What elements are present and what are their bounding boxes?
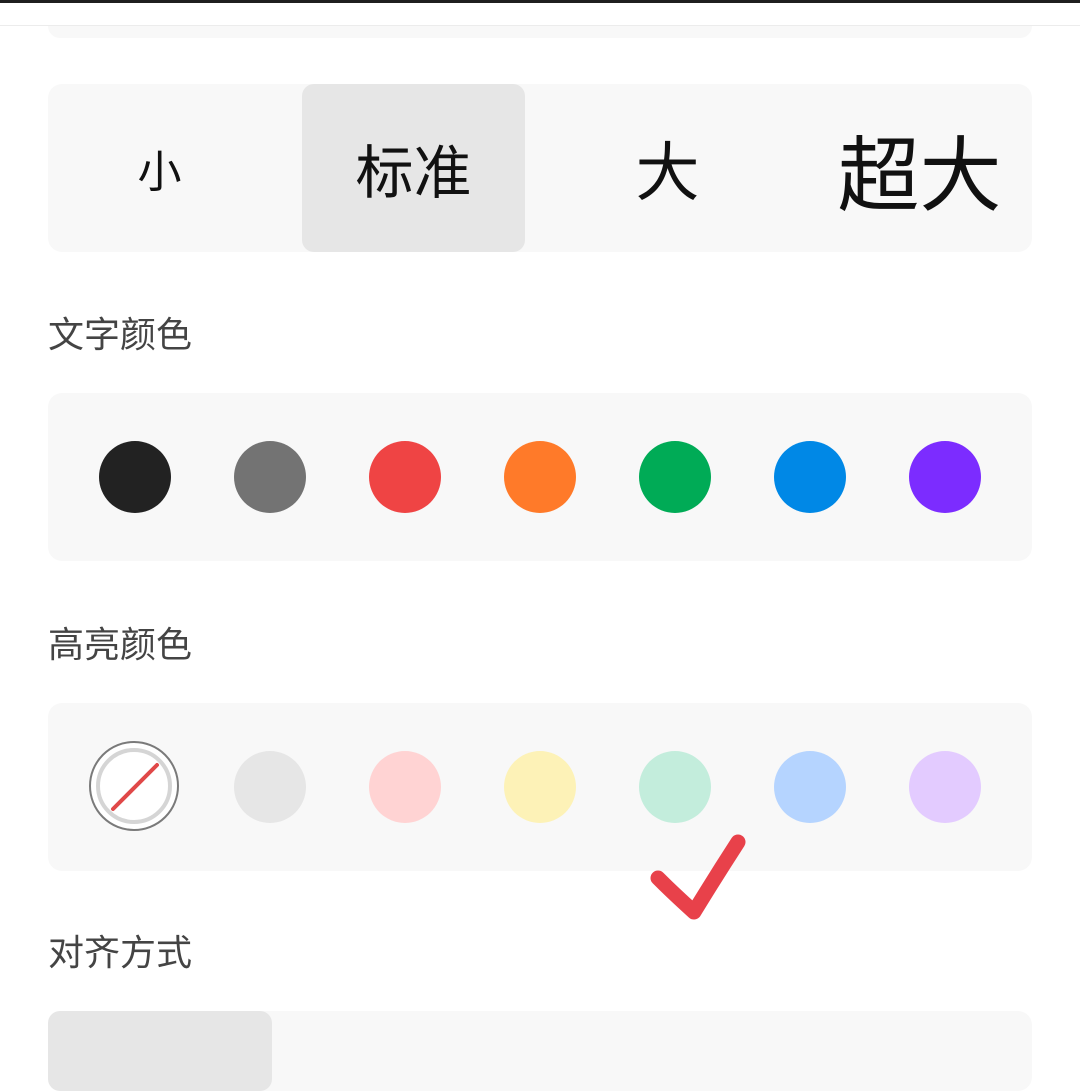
font-size-large-option[interactable]: 大 [556, 84, 779, 252]
font-size-selector: 小 标准 大 超大 [48, 84, 1032, 252]
text-color-swatch-red[interactable] [369, 441, 441, 513]
text-color-swatch-orange[interactable] [504, 441, 576, 513]
font-size-standard-option[interactable]: 标准 [302, 84, 525, 252]
previous-panel-bottom [48, 26, 1032, 38]
highlight-swatch-gray[interactable] [234, 751, 306, 823]
text-color-title: 文字颜色 [48, 315, 193, 356]
alignment-option-selected[interactable] [48, 1011, 272, 1091]
highlight-swatch-yellow[interactable] [504, 751, 576, 823]
top-edge [0, 0, 1080, 3]
font-size-small-option[interactable]: 小 [48, 84, 271, 252]
highlight-swatch-lavender[interactable] [909, 751, 981, 823]
no-color-icon [111, 763, 159, 811]
alignment-selector [48, 1011, 1032, 1091]
highlight-color-title: 高亮颜色 [48, 625, 193, 666]
alignment-title: 对齐方式 [48, 933, 193, 974]
highlight-color-palette [48, 703, 1032, 871]
checkmark-icon [650, 834, 746, 920]
highlight-swatch-pink[interactable] [369, 751, 441, 823]
text-color-palette [48, 393, 1032, 561]
highlight-swatch-light-blue[interactable] [774, 751, 846, 823]
text-color-swatch-gray[interactable] [234, 441, 306, 513]
font-size-extra-large-option[interactable]: 超大 [808, 84, 1031, 252]
no-highlight-button[interactable] [89, 741, 179, 831]
highlight-swatch-mint[interactable] [639, 751, 711, 823]
text-color-swatch-purple[interactable] [909, 441, 981, 513]
text-color-swatch-black[interactable] [99, 441, 171, 513]
text-color-swatch-green[interactable] [639, 441, 711, 513]
text-color-swatch-blue[interactable] [774, 441, 846, 513]
